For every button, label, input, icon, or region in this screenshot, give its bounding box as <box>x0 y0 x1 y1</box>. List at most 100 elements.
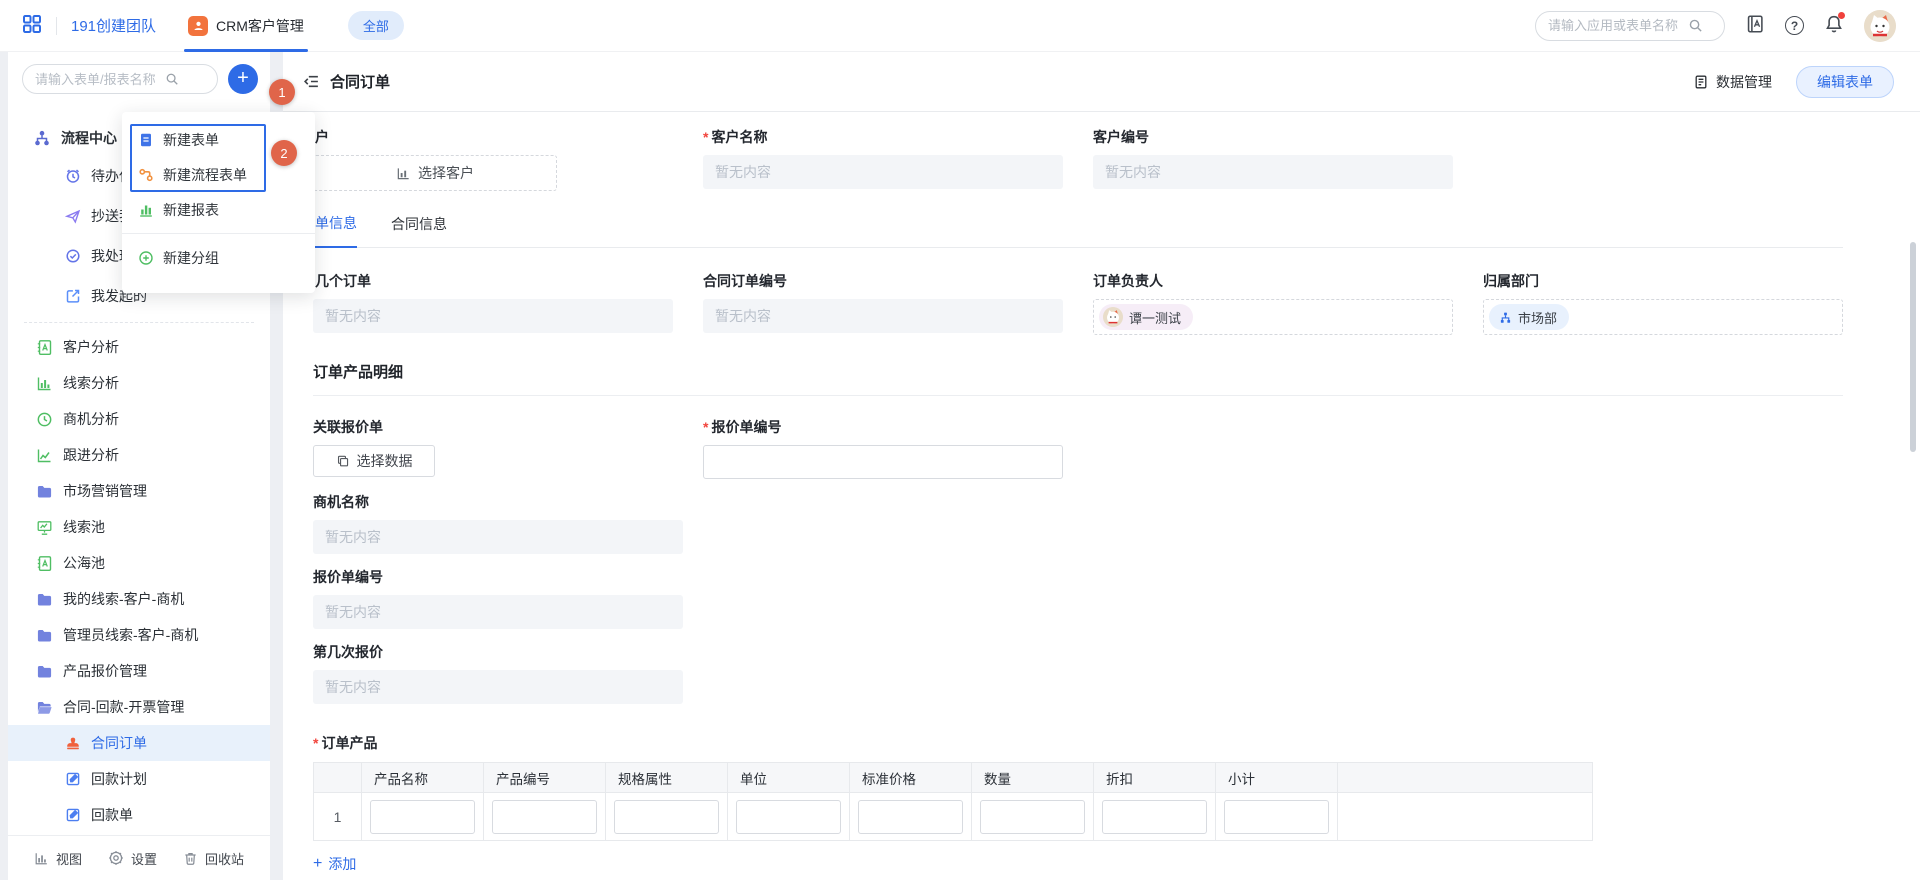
cell-qty-input[interactable] <box>980 800 1085 834</box>
opportunity-name-input[interactable]: 暂无内容 <box>313 520 683 554</box>
col-spec: 规格属性 <box>606 763 728 793</box>
team-name[interactable]: 191创建团队 <box>71 15 156 36</box>
tab-crm-label: CRM客户管理 <box>216 16 304 36</box>
clock-icon <box>65 168 81 184</box>
notification-bell-icon[interactable] <box>1824 14 1844 37</box>
order-owner-field[interactable]: 谭一测试 <box>1093 299 1453 335</box>
address-book-icon[interactable] <box>1745 14 1765 37</box>
sidebar-item-admin-leads[interactable]: 管理员线索-客户-商机 <box>8 617 270 653</box>
cell-product-no-input[interactable] <box>492 800 597 834</box>
sidebar-item-customer-analysis[interactable]: 客户分析 <box>8 329 270 365</box>
sidebar-item-label: 商机分析 <box>63 409 119 429</box>
field-label: 关联报价单 <box>313 417 383 437</box>
sidebar-item-label: 产品报价管理 <box>63 661 147 681</box>
cell-spec-input[interactable] <box>614 800 719 834</box>
menu-item-new-report[interactable]: 新建报表 <box>122 192 315 227</box>
recycle-bin-button[interactable]: 回收站 <box>183 849 244 868</box>
cell-product-name-input[interactable] <box>370 800 475 834</box>
apps-grid-icon[interactable] <box>22 14 42 37</box>
field-quote-round: 第几次报价 暂无内容 <box>313 643 683 704</box>
sidebar-item-my-leads[interactable]: 我的线索-客户-商机 <box>8 581 270 617</box>
select-data-button[interactable]: 选择数据 <box>313 445 435 477</box>
data-manage-button[interactable]: 数据管理 <box>1693 72 1772 92</box>
cell-discount-input[interactable] <box>1102 800 1207 834</box>
folder-icon <box>36 591 53 608</box>
sidebar-item-contract-order[interactable]: 合同订单 <box>8 725 270 761</box>
paper-plane-icon <box>65 208 81 224</box>
scope-badge[interactable]: 全部 <box>348 11 404 40</box>
field-order-owner: 订单负责人 谭一测试 <box>1093 272 1453 335</box>
field-label: 合同订单编号 <box>703 271 787 291</box>
trash-icon <box>183 851 198 866</box>
main-header: 合同订单 数据管理 编辑表单 <box>283 52 1920 112</box>
menu-item-label: 新建流程表单 <box>163 165 247 185</box>
add-row-button[interactable]: + 添加 <box>313 854 403 874</box>
sidebar-search[interactable] <box>22 64 218 94</box>
create-new-button[interactable]: + <box>228 64 258 94</box>
user-avatar[interactable] <box>1864 10 1896 42</box>
plus-circle-icon <box>138 250 154 266</box>
bar-chart-icon <box>36 375 53 392</box>
data-manage-label: 数据管理 <box>1716 72 1772 92</box>
contact-card-icon <box>36 555 53 572</box>
field-related-quote: 关联报价单 选择数据 <box>313 418 673 479</box>
sidebar-item-payment-receipt[interactable]: 回款单 <box>8 797 270 833</box>
views-button[interactable]: 视图 <box>34 849 82 868</box>
quote-no-readonly-input[interactable]: 暂无内容 <box>313 595 683 629</box>
help-icon[interactable]: ? <box>1785 16 1804 35</box>
sidebar-item-product-quote-mgmt[interactable]: 产品报价管理 <box>8 653 270 689</box>
required-mark: * <box>703 129 708 145</box>
field-label: 客户编号 <box>1093 127 1149 147</box>
customer-no-input[interactable]: 暂无内容 <box>1093 155 1453 189</box>
sidebar-search-input[interactable] <box>35 72 165 87</box>
divider <box>56 17 57 35</box>
col-subtotal: 小计 <box>1216 763 1338 793</box>
collapse-sidebar-icon[interactable] <box>303 73 320 90</box>
sidebar-item-lead-analysis[interactable]: 线索分析 <box>8 365 270 401</box>
field-customer-no: 客户编号 暂无内容 <box>1093 128 1453 191</box>
owner-avatar <box>1103 307 1123 327</box>
search-icon <box>165 72 179 86</box>
quote-round-input[interactable]: 暂无内容 <box>313 670 683 704</box>
settings-label: 设置 <box>131 849 157 868</box>
select-customer-button[interactable]: 选择客户 <box>313 155 557 191</box>
menu-item-label: 新建表单 <box>163 130 219 150</box>
sidebar-item-opportunity-analysis[interactable]: 商机分析 <box>8 401 270 437</box>
send-out-icon <box>65 288 81 304</box>
sidebar-item-public-pool[interactable]: 公海池 <box>8 545 270 581</box>
cell-subtotal-input[interactable] <box>1224 800 1329 834</box>
menu-item-label: 新建报表 <box>163 200 219 220</box>
flow-icon <box>138 167 154 183</box>
tab-crm-app[interactable]: CRM客户管理 <box>184 0 308 52</box>
help-glyph: ? <box>1791 19 1798 33</box>
department-field[interactable]: 市场部 <box>1483 299 1843 335</box>
contact-book-icon <box>36 339 53 356</box>
sidebar-item-label: 我的线索-客户-商机 <box>63 589 184 609</box>
edit-form-button[interactable]: 编辑表单 <box>1796 66 1894 98</box>
main-panel: 合同订单 数据管理 编辑表单 客户 选择客户 <box>283 52 1920 880</box>
sidebar-item-label: 流程中心 <box>61 128 117 148</box>
contract-order-no-input[interactable]: 暂无内容 <box>703 299 1063 333</box>
col-qty: 数量 <box>972 763 1094 793</box>
tab-contract-info[interactable]: 合同信息 <box>391 214 447 247</box>
field-label: 第几次报价 <box>313 642 383 662</box>
customer-name-input[interactable]: 暂无内容 <box>703 155 1063 189</box>
sidebar-item-lead-pool[interactable]: 线索池 <box>8 509 270 545</box>
sidebar-item-contract-group[interactable]: 合同-回款-开票管理 <box>8 689 270 725</box>
sidebar-item-payment-plan[interactable]: 回款计划 <box>8 761 270 797</box>
sidebar-item-followup-analysis[interactable]: 跟进分析 <box>8 437 270 473</box>
global-search[interactable] <box>1535 11 1725 41</box>
settings-button[interactable]: 设置 <box>108 849 157 868</box>
sidebar-item-marketing-mgmt[interactable]: 市场营销管理 <box>8 473 270 509</box>
cell-unit-input[interactable] <box>736 800 841 834</box>
scrollbar-thumb[interactable] <box>1910 242 1916 452</box>
menu-item-new-group[interactable]: 新建分组 <box>122 240 315 275</box>
view-chart-icon <box>34 851 49 866</box>
global-search-input[interactable] <box>1548 18 1688 33</box>
field-customer-name: *客户名称 暂无内容 <box>703 128 1063 191</box>
department-tag: 市场部 <box>1489 304 1569 330</box>
cell-std-price-input[interactable] <box>858 800 963 834</box>
order-seq-input[interactable]: 暂无内容 <box>313 299 673 333</box>
quote-no-input[interactable] <box>703 445 1063 479</box>
menu-divider <box>122 233 315 234</box>
